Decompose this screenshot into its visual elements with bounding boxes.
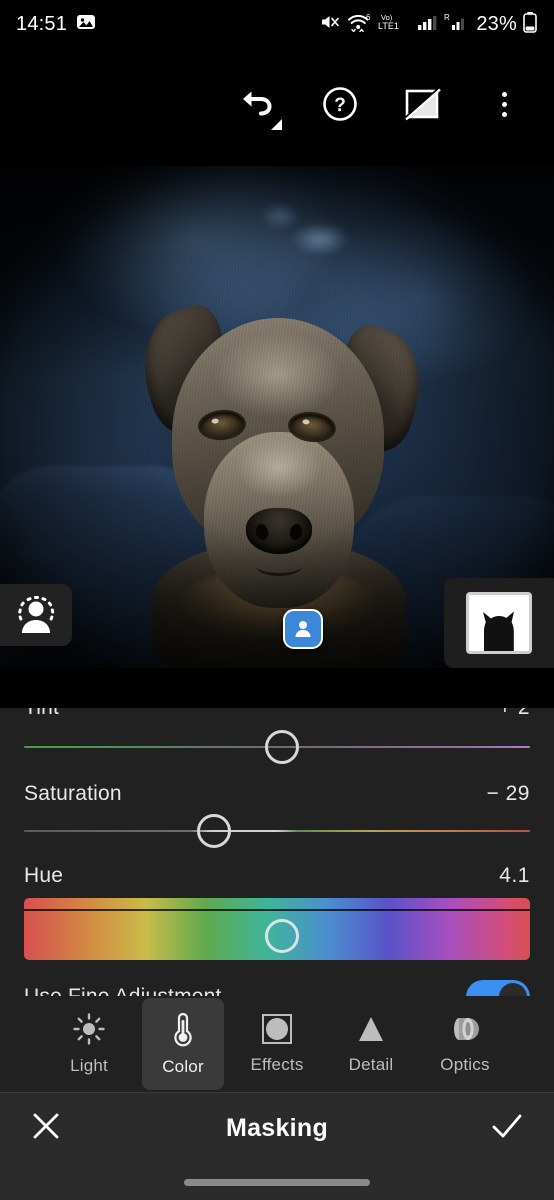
tint-value: + 2 [499, 708, 530, 720]
tab-detail[interactable]: Detail [330, 998, 412, 1090]
signal-icon [417, 12, 439, 37]
undo-icon [243, 91, 272, 116]
undo-longpress-indicator [271, 119, 282, 130]
status-bar: 14:51 6 Vo) LTE1 R 23% [0, 0, 554, 48]
select-subject-button[interactable] [0, 584, 72, 646]
subject-mask-pin[interactable] [283, 609, 323, 649]
saturation-track [24, 830, 530, 832]
slider-row-hue[interactable]: Hue 4.1 [0, 864, 554, 960]
fine-adjustment-toggle[interactable] [466, 980, 530, 996]
tint-label: Tint [24, 708, 59, 720]
hue-value: 4.1 [499, 864, 530, 887]
tint-slider-handle[interactable] [265, 730, 300, 764]
svg-text:?: ? [334, 95, 346, 116]
tint-slider[interactable] [24, 730, 530, 764]
slider-row-saturation[interactable]: Saturation − 29 [0, 782, 554, 848]
svg-text:R: R [444, 13, 450, 22]
compare-before-after-button[interactable] [400, 82, 444, 126]
mute-icon [320, 12, 342, 37]
compare-before-after-icon [403, 87, 441, 121]
undo-button[interactable] [236, 82, 282, 130]
help-button[interactable]: ? [318, 82, 362, 126]
hue-label: Hue [24, 864, 64, 887]
tab-color[interactable]: Color [142, 998, 224, 1099]
masking-title: Masking [225, 1113, 329, 1142]
fine-adjustment-row[interactable]: Use Fine Adjustment [0, 970, 554, 996]
tab-light[interactable]: Light [48, 998, 130, 1090]
mask-preview-frame [466, 592, 532, 654]
tab-color-label: Color [162, 1057, 204, 1076]
effects-icon [262, 1014, 292, 1044]
more-options-icon [501, 91, 507, 117]
sun-icon [73, 1013, 105, 1045]
select-subject-icon [18, 596, 55, 633]
saturation-slider[interactable] [24, 814, 530, 848]
svg-text:6: 6 [366, 13, 371, 22]
tint-header: Tint + 2 [24, 708, 530, 720]
hue-header: Hue 4.1 [24, 864, 530, 888]
triangle-icon [359, 1017, 383, 1041]
person-icon [295, 621, 311, 637]
svg-text:LTE1: LTE1 [378, 21, 399, 31]
saturation-value: − 29 [486, 782, 530, 805]
tab-optics[interactable]: Optics [424, 998, 506, 1090]
saturation-label: Saturation [24, 782, 122, 805]
thermometer-icon [174, 1012, 192, 1047]
more-options-button[interactable] [482, 82, 526, 126]
hue-slider-handle[interactable] [265, 919, 300, 953]
help-icon: ? [323, 87, 357, 121]
slider-row-tint[interactable]: Tint + 2 [0, 708, 554, 764]
mask-silhouette-icon [483, 611, 514, 651]
volte-icon: Vo) LTE1 [378, 12, 412, 37]
wifi-icon: 6 [347, 12, 373, 37]
saturation-header: Saturation − 29 [24, 782, 530, 806]
status-bar-left: 14:51 [16, 12, 96, 37]
fine-adjustment-label: Use Fine Adjustment [24, 985, 222, 996]
battery-icon [522, 11, 538, 38]
roaming-signal-icon: R [444, 12, 468, 37]
hue-divider-line [24, 909, 530, 911]
masking-action-bar: Masking [0, 1092, 554, 1200]
editor-toolbar: ? [0, 48, 554, 160]
gesture-nav-bar[interactable] [184, 1179, 370, 1186]
battery-percent: 23% [476, 12, 517, 35]
toggle-knob [499, 983, 527, 996]
masking-action-bar-inner: Masking [0, 1092, 554, 1164]
status-bar-right: 6 Vo) LTE1 R 23% [320, 11, 538, 38]
lens-icon [454, 1018, 479, 1040]
color-edit-panel[interactable]: Tint + 2 Saturation − 29 Hue 4.1 [0, 708, 554, 996]
hue-slider[interactable] [24, 898, 530, 960]
saturation-slider-handle[interactable] [196, 814, 231, 848]
edit-tab-bar[interactable]: Light Color Effects Detail Optics [0, 996, 554, 1099]
tab-effects-label: Effects [250, 1055, 304, 1074]
mask-preview-thumbnail[interactable] [444, 578, 554, 668]
tab-optics-label: Optics [440, 1055, 490, 1074]
image-icon [76, 12, 96, 37]
tab-detail-label: Detail [348, 1055, 394, 1074]
tab-effects[interactable]: Effects [236, 998, 318, 1090]
tab-light-label: Light [70, 1056, 108, 1075]
lightroom-masking-screen: 14:51 6 Vo) LTE1 R 23% ? Saturation − 29… [0, 0, 554, 1200]
status-time: 14:51 [16, 12, 68, 35]
